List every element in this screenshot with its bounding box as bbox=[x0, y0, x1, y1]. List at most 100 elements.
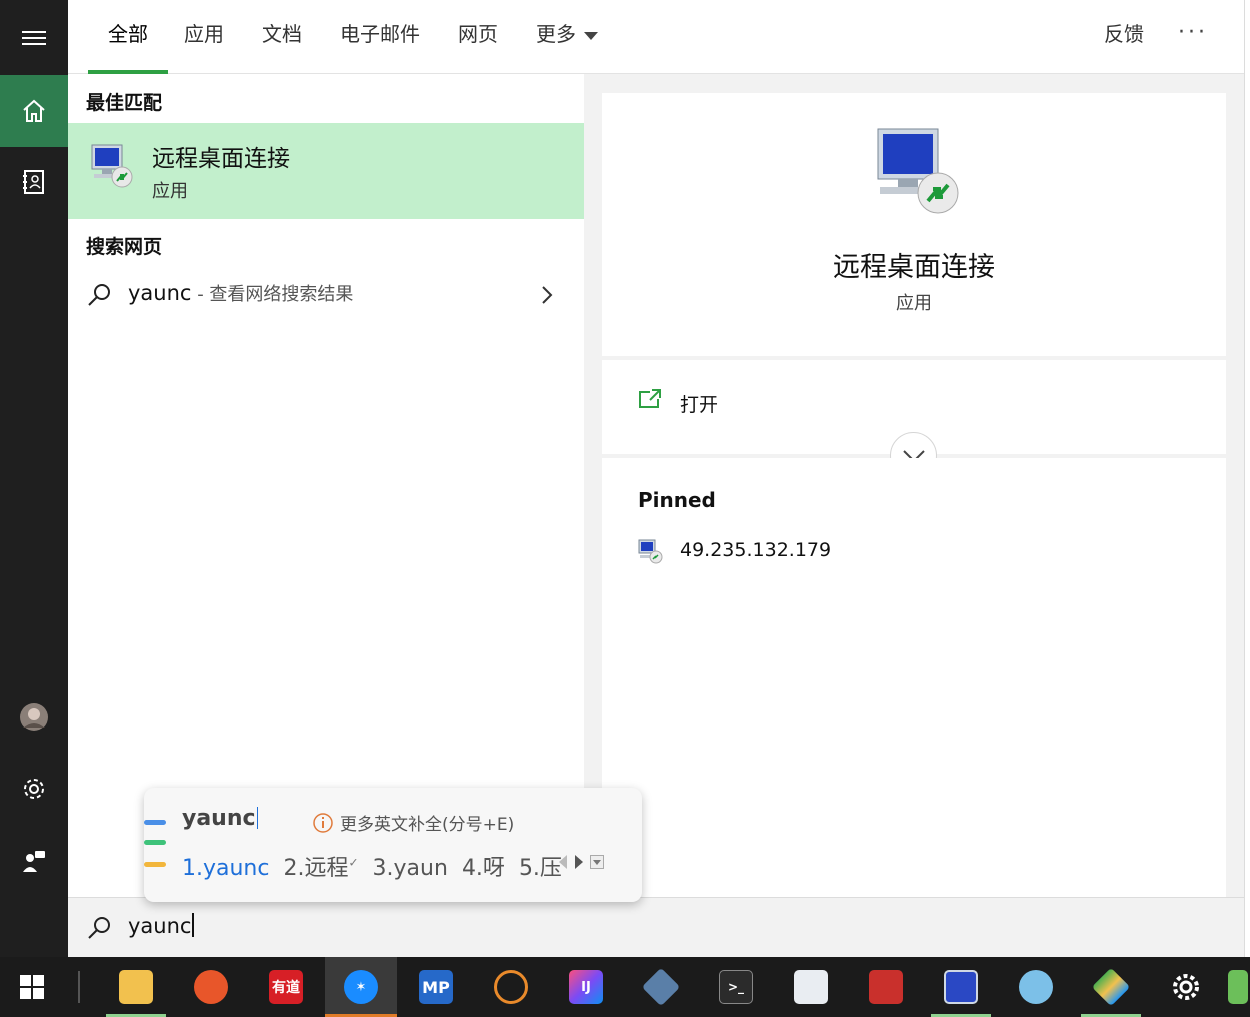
ime-candidates: 1.yaunc 2.远程✓ 3.yaun 4.呀 5.压 bbox=[182, 850, 576, 882]
settings-button[interactable] bbox=[0, 753, 68, 825]
taskbar: 有道 ✶ MP IJ >_ bbox=[0, 957, 1250, 1017]
cloud-icon bbox=[1019, 970, 1053, 1004]
firefox-icon bbox=[194, 970, 228, 1004]
more-options-button[interactable]: ··· bbox=[1178, 20, 1208, 45]
taskbar-remote-desktop[interactable] bbox=[925, 957, 997, 1017]
remote-desktop-large-icon bbox=[877, 128, 959, 214]
notebook-icon bbox=[23, 170, 44, 194]
ime-pager bbox=[558, 854, 604, 870]
results-panel: 最佳匹配 远程桌面连接 应用 搜索网页 yaunc - 查看网络搜索结果 bbox=[68, 74, 584, 897]
taskbar-divider bbox=[78, 971, 80, 1003]
hamburger-icon bbox=[22, 31, 46, 45]
taskbar-settings[interactable] bbox=[1150, 957, 1222, 1017]
pinned-header: Pinned bbox=[638, 488, 716, 512]
git-icon bbox=[1091, 967, 1131, 1007]
taskbar-firefox[interactable] bbox=[175, 957, 247, 1017]
chevron-down-icon bbox=[584, 31, 598, 40]
search-box[interactable]: yaunc bbox=[68, 897, 1244, 957]
taskbar-virtualbox[interactable] bbox=[625, 957, 697, 1017]
app-subtitle: 应用 bbox=[896, 293, 932, 314]
windows-logo-icon bbox=[20, 975, 44, 999]
ime-candidate-2[interactable]: 2.远程✓ bbox=[283, 856, 358, 881]
settings-gear-icon bbox=[1173, 974, 1199, 1000]
ime-candidate-window: yaunc 更多英文补全(分号+E) 1.yaunc 2.远程✓ 3.yaun 4.呀… bbox=[144, 788, 642, 902]
tab-all[interactable]: 全部 bbox=[88, 0, 168, 74]
menu-button[interactable] bbox=[0, 2, 68, 74]
app-preview-card: 远程桌面连接 应用 bbox=[602, 93, 1226, 356]
taskbar-notepad[interactable] bbox=[775, 957, 847, 1017]
ime-tip[interactable]: 更多英文补全(分号+E) bbox=[312, 810, 514, 835]
search-scope-tabs: 全部 应用 文档 电子邮件 网页 更多 反馈 ··· bbox=[68, 0, 1244, 74]
taskbar-youdao[interactable]: 有道 bbox=[250, 957, 322, 1017]
taskbar-mp[interactable]: MP bbox=[400, 957, 472, 1017]
open-external-icon bbox=[639, 389, 661, 408]
notebook-button[interactable] bbox=[0, 146, 68, 218]
taskbar-overflow-item[interactable] bbox=[1225, 957, 1250, 1017]
search-icon bbox=[88, 917, 110, 939]
taskbar-cloud[interactable] bbox=[1000, 957, 1072, 1017]
home-button[interactable] bbox=[0, 75, 68, 147]
mp-icon: MP bbox=[419, 970, 453, 1004]
web-search-query: yaunc bbox=[128, 281, 192, 305]
search-query: yaunc bbox=[128, 914, 192, 938]
tab-more-label: 更多 bbox=[536, 22, 576, 46]
redis-icon bbox=[869, 970, 903, 1004]
taskbar-davinci[interactable] bbox=[475, 957, 547, 1017]
pinned-card: Pinned 49.235.132.179 bbox=[602, 458, 1226, 897]
home-icon bbox=[23, 99, 45, 122]
best-match-title: 远程桌面连接 bbox=[152, 146, 290, 172]
ime-candidate-2-label: 2.远程 bbox=[283, 856, 349, 881]
pinned-address: 49.235.132.179 bbox=[680, 539, 832, 561]
app-title: 远程桌面连接 bbox=[833, 252, 995, 283]
ime-candidate-4[interactable]: 4.呀 bbox=[462, 856, 505, 881]
notepad-icon bbox=[794, 970, 828, 1004]
remote-desktop-icon bbox=[944, 970, 978, 1004]
tab-apps[interactable]: 应用 bbox=[164, 0, 244, 74]
tab-email[interactable]: 电子邮件 bbox=[320, 0, 440, 74]
background-window-edge bbox=[1244, 0, 1250, 957]
ime-candidate-3[interactable]: 3.yaun bbox=[373, 856, 448, 881]
taskbar-dingtalk[interactable]: ✶ bbox=[325, 957, 397, 1017]
feedback-link[interactable]: 反馈 bbox=[1084, 0, 1164, 74]
taskbar-redis[interactable] bbox=[850, 957, 922, 1017]
dingtalk-icon: ✶ bbox=[344, 970, 378, 1004]
remote-desktop-small-icon bbox=[638, 539, 663, 564]
expand-candidates-icon[interactable] bbox=[590, 855, 604, 869]
remote-desktop-icon bbox=[91, 144, 133, 188]
ime-composition: yaunc bbox=[182, 806, 256, 831]
tab-documents[interactable]: 文档 bbox=[242, 0, 322, 74]
avatar-icon bbox=[20, 703, 48, 731]
taskbar-git[interactable] bbox=[1075, 957, 1147, 1017]
search-icon bbox=[88, 284, 110, 306]
open-label: 打开 bbox=[680, 394, 719, 416]
best-match-header: 最佳匹配 bbox=[86, 92, 163, 114]
tab-web[interactable]: 网页 bbox=[438, 0, 518, 74]
best-match-subtitle: 应用 bbox=[152, 181, 188, 202]
page-prev-icon[interactable] bbox=[558, 854, 568, 870]
ime-tip-text: 更多英文补全(分号+E) bbox=[340, 815, 515, 835]
ime-candidate-5[interactable]: 5.压 bbox=[519, 856, 562, 881]
taskbar-intellij[interactable]: IJ bbox=[550, 957, 622, 1017]
terminal-icon: >_ bbox=[719, 970, 753, 1004]
feedback-hub-button[interactable] bbox=[0, 825, 68, 897]
intellij-icon: IJ bbox=[569, 970, 603, 1004]
cube-icon bbox=[641, 967, 681, 1007]
ime-cursor bbox=[256, 807, 258, 829]
image-viewer-icon bbox=[1227, 970, 1248, 1004]
taskbar-terminal[interactable]: >_ bbox=[700, 957, 772, 1017]
info-icon bbox=[313, 812, 333, 833]
person-feedback-icon bbox=[23, 851, 45, 872]
chevron-right-icon bbox=[542, 286, 553, 304]
web-search-item[interactable]: yaunc - 查看网络搜索结果 bbox=[68, 272, 584, 318]
page-next-icon[interactable] bbox=[574, 854, 584, 870]
folder-icon bbox=[119, 970, 153, 1004]
tab-more[interactable]: 更多 bbox=[516, 0, 618, 74]
ime-candidate-1[interactable]: 1.yaunc bbox=[182, 856, 269, 881]
start-button[interactable] bbox=[0, 957, 64, 1017]
best-match-item[interactable]: 远程桌面连接 应用 bbox=[68, 123, 584, 219]
davinci-icon bbox=[494, 970, 528, 1004]
youdao-icon: 有道 bbox=[269, 970, 303, 1004]
account-button[interactable] bbox=[0, 681, 68, 753]
text-cursor bbox=[192, 913, 195, 937]
taskbar-file-explorer[interactable] bbox=[100, 957, 172, 1017]
